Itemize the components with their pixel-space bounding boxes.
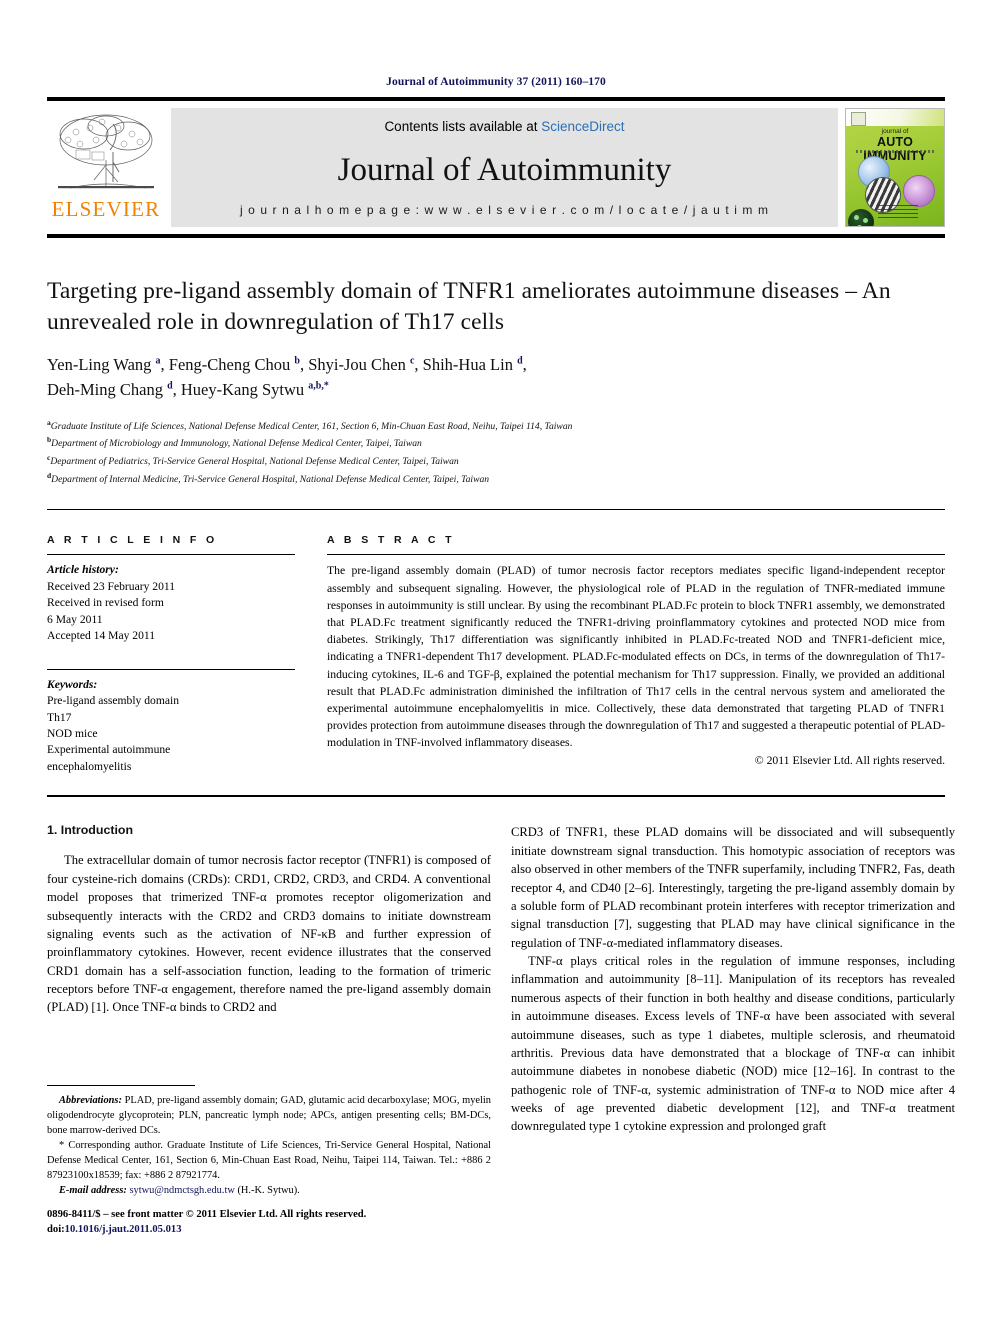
affiliation-list: aGraduate Institute of Life Sciences, Na… [47,417,945,488]
masthead-center: Contents lists available at ScienceDirec… [171,108,838,227]
keywords-block: Keywords: Pre-ligand assembly domain Th1… [47,677,295,776]
cover-subtitle-bar [856,150,934,153]
contents-available-line: Contents lists available at ScienceDirec… [384,119,624,134]
running-head: Journal of Autoimmunity 37 (2011) 160–17… [386,76,606,88]
affiliation-text: Department of Pediatrics, Tri-Service Ge… [50,456,459,468]
affiliation-item: aGraduate Institute of Life Sciences, Na… [47,417,945,435]
abstract-heading: A B S T R A C T [327,534,455,547]
article-history-label: Article history: [47,563,119,577]
author-affil-mark: d [167,380,173,392]
cover-cell-image-3 [903,175,935,207]
email-address-suffix: (H.-K. Sytwu). [234,1185,300,1197]
journal-homepage-line[interactable]: j o u r n a l h o m e p a g e : w w w . … [240,203,769,217]
elsevier-logo[interactable]: ELSEVIER [47,108,165,227]
cover-bottom-text-block [878,204,918,218]
intro-paragraph-left: The extracellular domain of tumor necros… [47,853,491,1015]
doi-link[interactable]: 10.1016/j.jaut.2011.05.013 [65,1224,182,1235]
author-affil-mark: b [294,355,300,367]
title-block: Targeting pre-ligand assembly domain of … [47,276,945,487]
footnote-email: E-mail address: sytwu@ndmctsgh.edu.tw (H… [47,1183,491,1198]
doi-label: doi: [47,1224,65,1236]
abstract-copyright: © 2011 Elsevier Ltd. All rights reserved… [754,753,945,767]
article-info-heading: A R T I C L E I N F O [47,534,218,547]
intro-paragraph-right-2: TNF-α plays critical roles in the regula… [511,954,955,1134]
keyword-item: encephalomyelitis [47,759,132,773]
cover-title-line2: AUTO IMMUNITY [863,135,927,163]
elsevier-wordmark: ELSEVIER [51,197,161,221]
keyword-item: Pre-ligand assembly domain [47,694,180,708]
journal-cover-thumbnail[interactable]: journal of AUTO IMMUNITY [845,108,945,227]
contents-prefix: Contents lists available at [384,119,542,134]
abbreviations-label: Abbreviations: [59,1095,122,1106]
abstract-column: A B S T R A C T The pre-ligand assembly … [327,534,945,775]
title-abstract-divider [47,509,945,511]
section-heading-introduction: 1. Introduction [47,823,134,838]
history-line: Accepted 14 May 2011 [47,629,156,643]
elsevier-tree-icon [50,110,162,198]
page-title: Targeting pre-ligand assembly domain of … [47,278,891,336]
sciencedirect-link[interactable]: ScienceDirect [541,119,624,134]
affiliation-item: cDepartment of Pediatrics, Tri-Service G… [47,452,945,470]
article-page: Journal of Autoimmunity 37 (2011) 160–17… [0,0,992,1323]
affiliation-text: Department of Microbiology and Immunolog… [51,438,422,450]
intro-paragraph-right-1: CRD3 of TNFR1, these PLAD domains will b… [511,825,955,950]
author-affil-mark: c [409,355,415,367]
masthead-top-rule [47,97,945,101]
masthead-bottom-rule [47,234,945,238]
abstract-body-divider [47,795,945,798]
history-line: 6 May 2011 [47,612,103,626]
body-column-right: CRD3 of TNFR1, these PLAD domains will b… [511,823,955,1135]
keyword-item: Th17 [47,710,72,724]
imprint-doi-line: doi:10.1016/j.jaut.2011.05.013 [47,1222,517,1237]
article-history-block: Article history: Received 23 February 20… [47,562,295,644]
journal-masthead: ELSEVIER Contents lists available at Sci… [47,108,945,227]
author-affil-mark: d [517,355,523,367]
article-info-column: A R T I C L E I N F O Article history: R… [47,534,295,775]
author-affil-mark: a [155,355,161,367]
email-address-label: E-mail address: [59,1185,127,1197]
keyword-item: NOD mice [47,727,98,741]
corresponding-author-mark: * [323,380,329,392]
imprint-block: 0896-8411/$ – see front matter © 2011 El… [47,1207,517,1237]
abstract-text: The pre-ligand assembly domain (PLAD) of… [327,564,945,750]
affiliation-item: bDepartment of Microbiology and Immunolo… [47,434,945,452]
cover-title-line1: journal of [881,128,909,135]
cover-elsevier-mark-icon [851,112,866,126]
email-address-link[interactable]: sytwu@ndmctsgh.edu.tw [129,1185,234,1196]
author-list: Yen-Ling Wang a, Feng-Cheng Chou b, Shyi… [47,355,527,399]
footnote-abbreviations: Abbreviations: PLAD, pre-ligand assembly… [47,1093,491,1138]
history-line: Received in revised form [47,596,164,610]
author-affil-mark: a,b, [308,380,324,392]
history-line: Received 23 February 2011 [47,579,176,593]
keywords-label: Keywords: [47,677,98,691]
imprint-front-matter: 0896-8411/$ – see front matter © 2011 El… [47,1209,367,1220]
affiliation-text: Graduate Institute of Life Sciences, Nat… [50,420,573,432]
article-info-rule [47,554,295,556]
journal-title: Journal of Autoimmunity [337,152,672,188]
info-abstract-region: A R T I C L E I N F O Article history: R… [47,534,945,775]
footnote-corresponding-author: * Corresponding author. Graduate Institu… [47,1140,491,1182]
cover-cell-image-4 [848,209,874,226]
affiliation-item: dDepartment of Internal Medicine, Tri-Se… [47,470,945,488]
affiliation-text: Department of Internal Medicine, Tri-Ser… [51,473,490,485]
footnote-block: Abbreviations: PLAD, pre-ligand assembly… [47,1085,491,1199]
abstract-rule [327,554,945,556]
footnote-rule [47,1085,195,1086]
keywords-rule [47,668,295,670]
keyword-item: Experimental autoimmune [47,743,171,757]
